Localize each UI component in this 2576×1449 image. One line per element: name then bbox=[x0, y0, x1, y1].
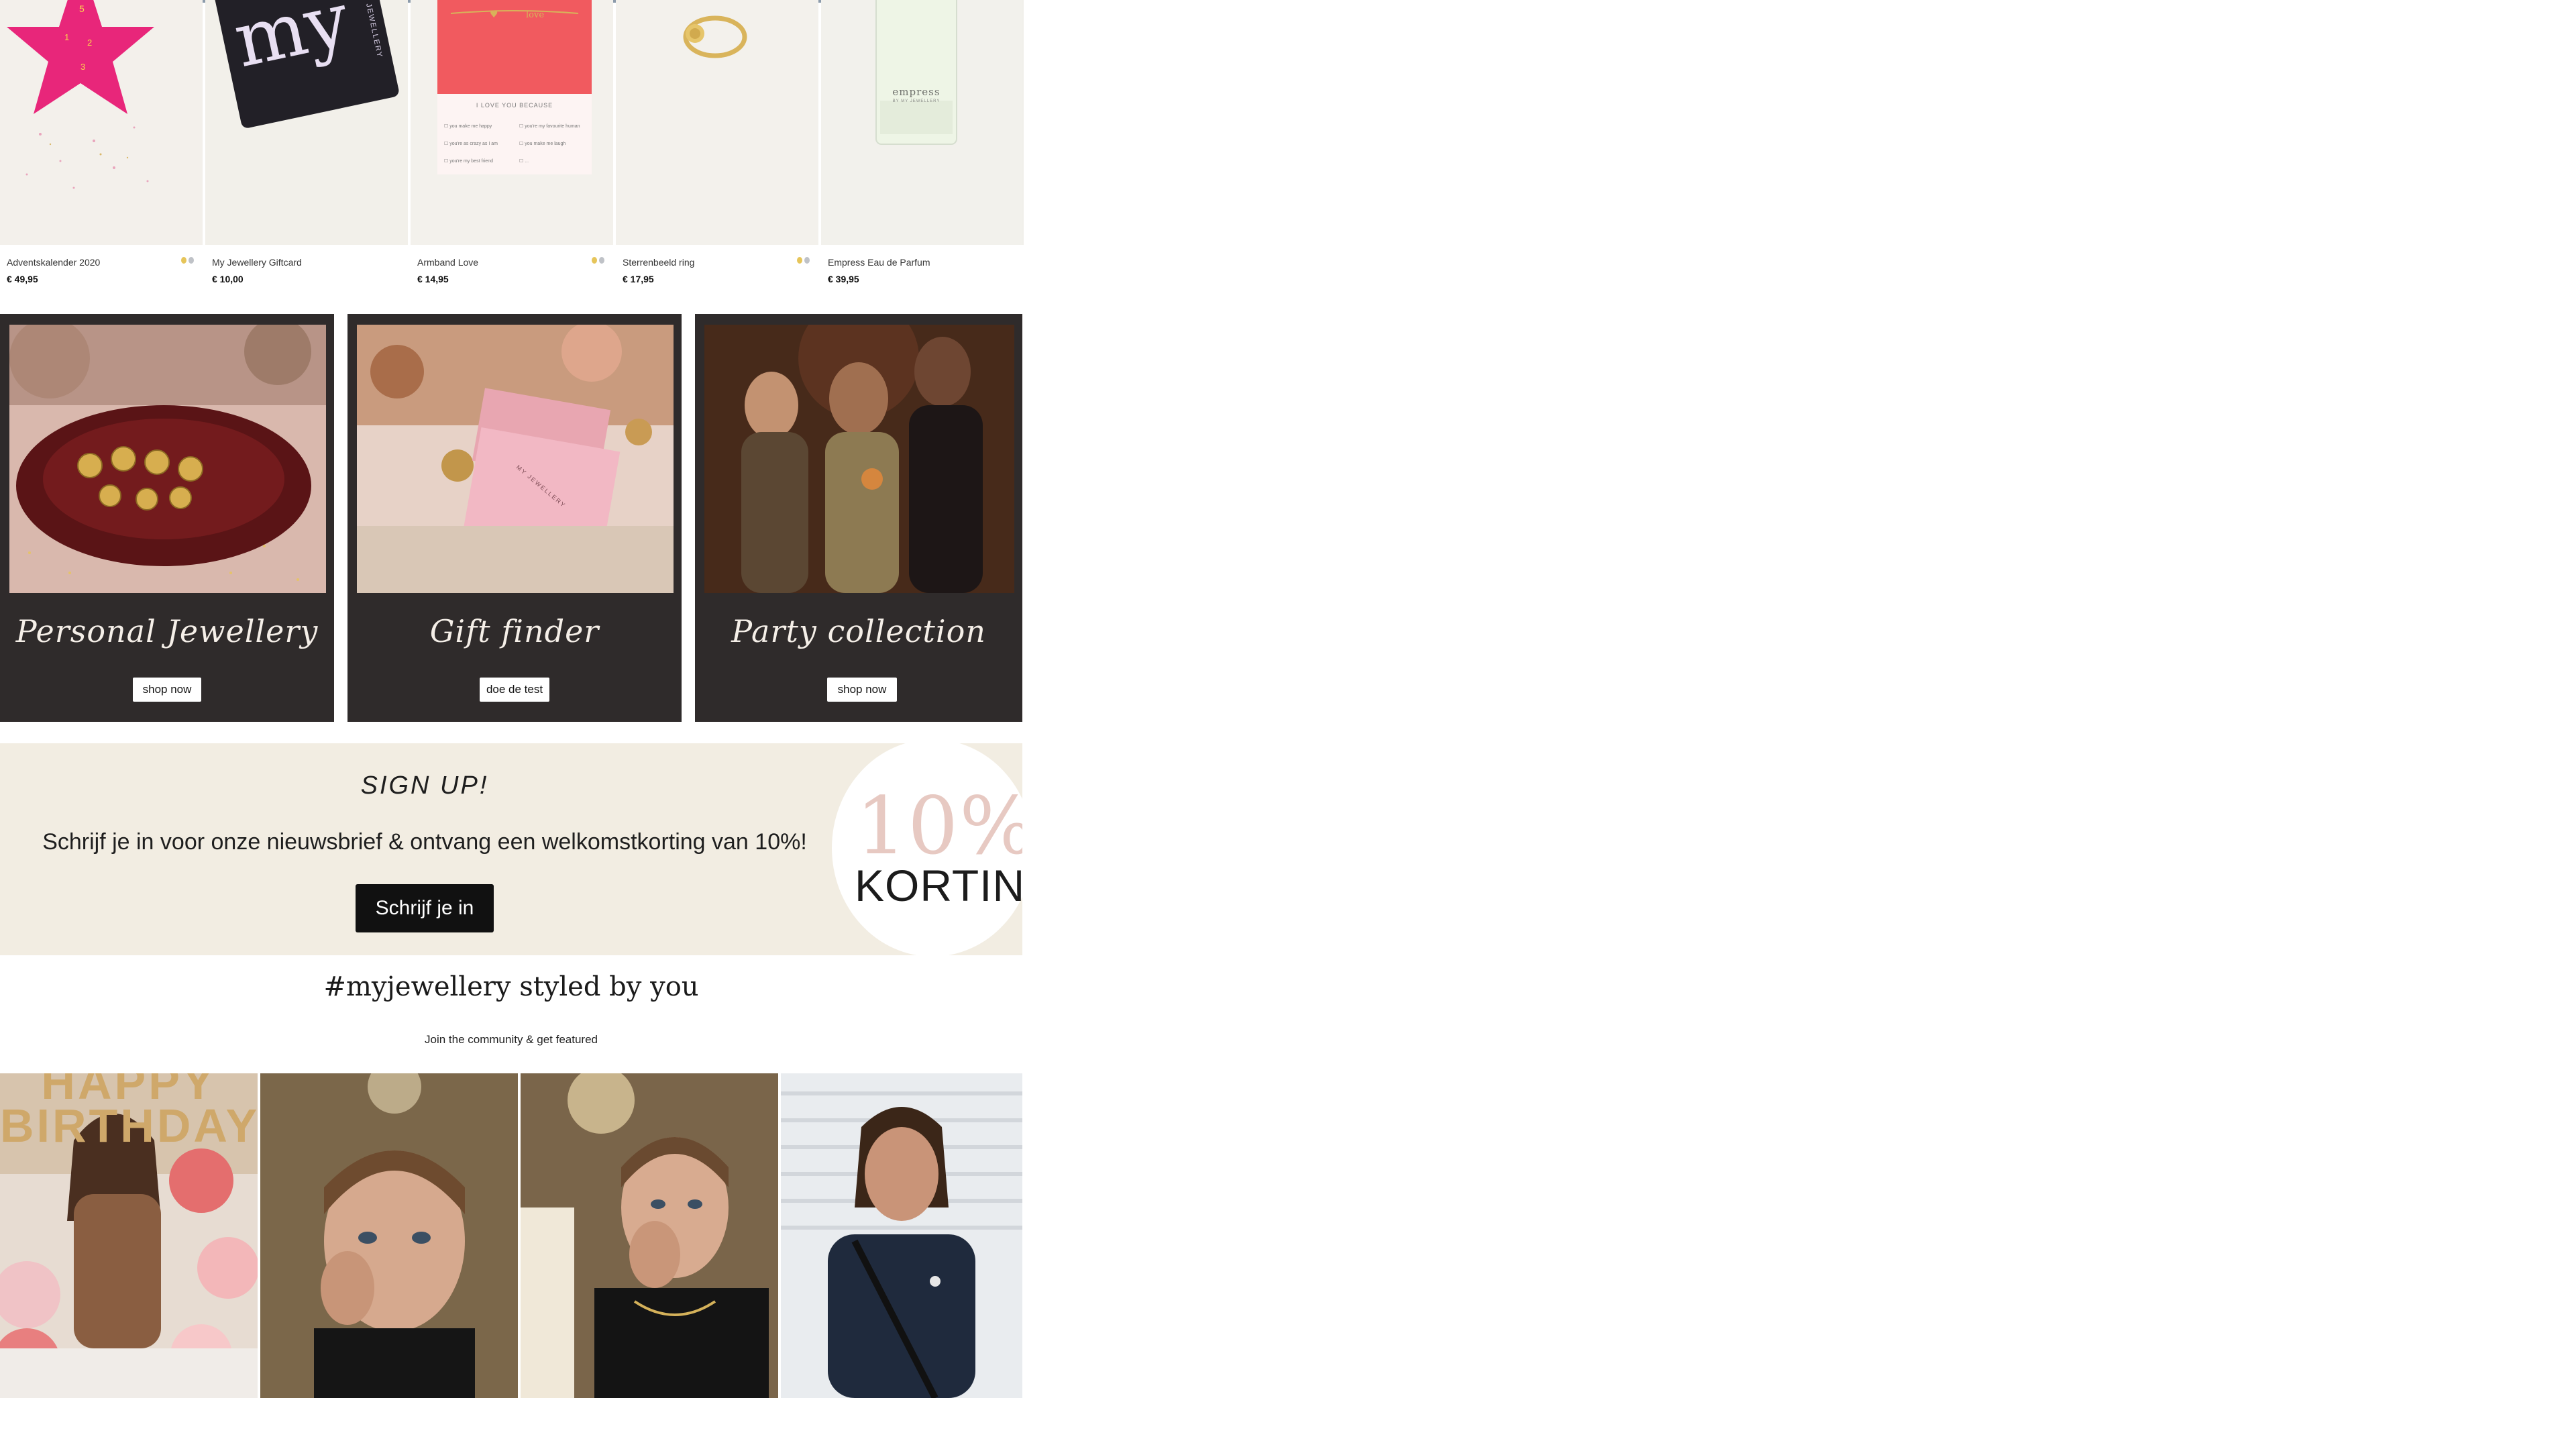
promo-photo-rings[interactable] bbox=[9, 325, 326, 593]
product-card-giftcard[interactable]: my JEWELLERY My Jewellery Giftcard € 10,… bbox=[205, 0, 408, 295]
svg-text:3: 3 bbox=[80, 62, 85, 72]
promo-card-gift-finder[interactable]: MY JEWELLERY Gift finder doe de test bbox=[347, 314, 682, 722]
rings-on-plate-image bbox=[9, 325, 326, 593]
love-card-heading: I LOVE YOU BECAUSE bbox=[476, 102, 553, 109]
product-name[interactable]: Empress Eau de Parfum bbox=[828, 257, 930, 268]
discount-badge: 10% KORTING bbox=[832, 743, 1022, 955]
portrait-photo-3 bbox=[521, 1073, 778, 1398]
promo-title: Gift finder bbox=[429, 613, 600, 649]
community-subtitle: Join the community & get featured bbox=[425, 1033, 598, 1046]
product-image-adventskalender[interactable]: 5 1 2 3 bbox=[0, 0, 203, 245]
newsletter-signup-banner: SIGN UP! Schrijf je in voor onze nieuwsb… bbox=[0, 743, 1022, 955]
ring-graphic bbox=[616, 0, 818, 245]
community-title: #myjewellery styled by you bbox=[323, 971, 699, 1002]
product-price: € 14,95 bbox=[417, 274, 449, 284]
gold-swatch[interactable] bbox=[181, 257, 186, 264]
gift-box-image bbox=[357, 325, 674, 593]
product-card-adventskalender[interactable]: 5 1 2 3 Adventskalender 2020 € 49,95 bbox=[0, 0, 203, 295]
product-card-empress-parfum[interactable]: empress BY MY JEWELLERY Empress Eau de P… bbox=[821, 0, 1024, 295]
perfume-brand-label: empress bbox=[892, 86, 941, 98]
product-price: € 49,95 bbox=[7, 274, 38, 284]
product-name[interactable]: Adventskalender 2020 bbox=[7, 257, 100, 268]
promo-photo-party[interactable] bbox=[704, 325, 1014, 593]
product-image-parfum[interactable]: empress BY MY JEWELLERY bbox=[821, 0, 1024, 245]
signup-text: Schrijf je in voor onze nieuwsbrief & on… bbox=[42, 829, 807, 855]
svg-text:♥: ♥ bbox=[490, 9, 498, 20]
product-price: € 10,00 bbox=[212, 274, 244, 284]
promo-title: Personal Jewellery bbox=[15, 613, 319, 649]
product-price: € 17,95 bbox=[623, 274, 654, 284]
product-card-sterrenbeeld-ring[interactable]: Sterrenbeeld ring € 17,95 bbox=[616, 0, 818, 295]
silver-swatch[interactable] bbox=[189, 257, 194, 264]
instagram-photo-4[interactable] bbox=[781, 1073, 1022, 1398]
product-image-giftcard[interactable]: my JEWELLERY bbox=[205, 0, 408, 245]
promo-photo-giftbox[interactable]: MY JEWELLERY bbox=[357, 325, 674, 593]
svg-text:2: 2 bbox=[87, 38, 92, 48]
svg-text:1: 1 bbox=[64, 32, 69, 42]
perfume-bottle-graphic bbox=[821, 0, 1022, 245]
perfume-sub-label: BY MY JEWELLERY bbox=[892, 99, 941, 103]
svg-text:love: love bbox=[526, 10, 544, 20]
product-price: € 39,95 bbox=[828, 274, 859, 284]
product-image-armband-love[interactable]: ♥ love I LOVE YOU BECAUSE ☐ you make me … bbox=[411, 0, 613, 245]
portrait-photo-2 bbox=[260, 1073, 518, 1398]
color-swatches[interactable] bbox=[181, 257, 196, 265]
instagram-photo-1[interactable]: HAPPY BIRTHDAY bbox=[0, 1073, 258, 1398]
signup-button[interactable]: Schrijf je in bbox=[356, 884, 494, 932]
discount-label: KORTING bbox=[855, 861, 1022, 910]
shop-now-button[interactable]: shop now bbox=[827, 678, 897, 702]
promo-card-personal-jewellery[interactable]: Personal Jewellery shop now bbox=[0, 314, 334, 722]
shop-now-button[interactable]: shop now bbox=[133, 678, 201, 702]
product-name[interactable]: Armband Love bbox=[417, 257, 478, 268]
promo-card-party-collection[interactable]: Party collection shop now bbox=[695, 314, 1022, 722]
party-women-image bbox=[704, 325, 1014, 593]
portrait-photo-4 bbox=[781, 1073, 1022, 1398]
page: 5 1 2 3 Adventskalender 2020 € 49,95 my … bbox=[0, 0, 1024, 1449]
signup-heading: SIGN UP! bbox=[360, 771, 489, 800]
product-image-ring[interactable] bbox=[616, 0, 818, 245]
product-name[interactable]: My Jewellery Giftcard bbox=[212, 257, 302, 268]
promo-title: Party collection bbox=[731, 613, 986, 649]
product-name[interactable]: Sterrenbeeld ring bbox=[623, 257, 694, 268]
instagram-photo-2[interactable] bbox=[260, 1073, 518, 1398]
silver-swatch[interactable] bbox=[804, 257, 810, 264]
color-swatches[interactable] bbox=[797, 257, 812, 265]
discount-percent: 10% bbox=[856, 780, 1022, 872]
gold-swatch[interactable] bbox=[592, 257, 597, 264]
color-swatches[interactable] bbox=[592, 257, 606, 265]
instagram-photo-3[interactable] bbox=[521, 1073, 778, 1398]
product-card-armband-love[interactable]: ♥ love I LOVE YOU BECAUSE ☐ you make me … bbox=[411, 0, 613, 295]
doe-de-test-button[interactable]: doe de test bbox=[480, 678, 549, 702]
balloon-letters: HAPPY BIRTHDAY bbox=[0, 1073, 258, 1152]
silver-swatch[interactable] bbox=[599, 257, 604, 264]
svg-text:5: 5 bbox=[79, 3, 85, 14]
calendar-star-graphic: 5 1 2 3 bbox=[0, 0, 203, 245]
gold-swatch[interactable] bbox=[797, 257, 802, 264]
